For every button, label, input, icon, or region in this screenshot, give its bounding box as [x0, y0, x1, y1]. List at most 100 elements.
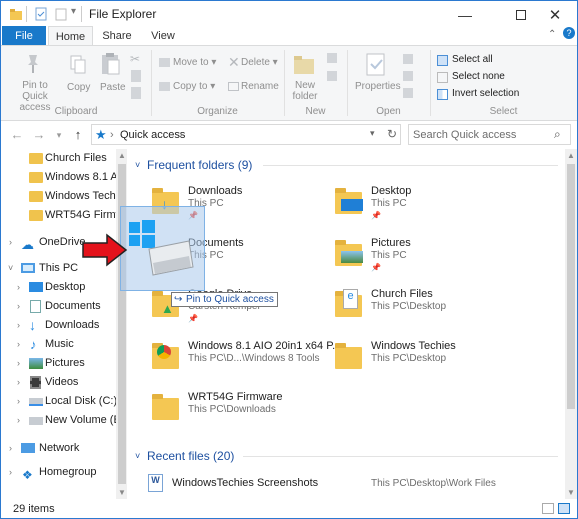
chevron-right-icon[interactable]: › — [17, 373, 20, 392]
chevron-right-icon[interactable]: › — [17, 297, 20, 316]
open-group-label: Open — [376, 106, 401, 117]
collapse-chevron-icon[interactable]: ˅ — [135, 451, 140, 461]
nav-item-windows-aio[interactable]: Windows 8.1 AIO — [1, 168, 127, 187]
pin-icon: 📌 — [371, 263, 381, 272]
nav-item-network[interactable]: › Network — [1, 439, 116, 458]
scroll-up-icon[interactable]: ▲ — [118, 151, 126, 160]
chevron-right-icon[interactable]: › — [17, 411, 20, 430]
maximize-icon — [516, 9, 526, 20]
copy-to-button[interactable]: Copy to ▾ — [173, 81, 215, 92]
folder-windows-aio[interactable]: Windows 8.1 AIO 20in1 x64 P... This PC\D… — [148, 339, 341, 381]
nav-item-new-volume-e[interactable]: › New Volume (E:) — [1, 411, 127, 430]
nav-label: Music — [45, 338, 74, 350]
tab-view[interactable]: View — [143, 26, 183, 46]
nav-label: Videos — [45, 376, 79, 388]
rename-button[interactable]: Rename — [241, 81, 279, 92]
chevron-right-icon[interactable]: › — [9, 233, 12, 252]
new-item-icon[interactable] — [327, 53, 337, 63]
content-scrollbar-thumb[interactable] — [567, 164, 575, 409]
minimize-button[interactable]: — — [443, 1, 487, 28]
easy-access-icon[interactable] — [327, 71, 337, 81]
paste-button[interactable]: Paste — [100, 82, 126, 93]
large-icons-view-icon[interactable] — [558, 503, 570, 514]
nav-item-music[interactable]: › ♪ Music — [1, 335, 116, 354]
scroll-down-icon[interactable]: ▼ — [567, 488, 575, 497]
recent-file-row[interactable]: W WindowsTechies Screenshots This PC\Des… — [146, 474, 556, 494]
close-button[interactable]: ✕ — [533, 1, 577, 28]
new-folder-icon[interactable] — [54, 7, 68, 21]
nav-item-videos[interactable]: › Videos — [1, 373, 116, 392]
drive-icon — [29, 417, 43, 425]
tab-file[interactable]: File — [2, 26, 46, 46]
chevron-right-icon[interactable]: › — [9, 439, 12, 458]
folder-icon — [10, 9, 22, 20]
open-icon[interactable] — [403, 54, 413, 64]
invert-selection-button[interactable]: Invert selection — [452, 88, 519, 99]
nav-item-windows-techies[interactable]: Windows Techie — [1, 187, 124, 206]
move-to-button[interactable]: Move to ▾ — [173, 57, 216, 68]
address-dropdown-icon[interactable]: ▾ — [370, 128, 375, 139]
nav-item-local-disk-c[interactable]: › Local Disk (C:) — [1, 392, 118, 411]
nav-item-documents[interactable]: › Documents — [1, 297, 116, 316]
folder-desktop[interactable]: Desktop This PC 📌 — [331, 184, 531, 226]
details-view-icon[interactable] — [542, 503, 554, 514]
scroll-up-icon[interactable]: ▲ — [567, 151, 575, 160]
nav-label: Local Disk (C:) — [45, 395, 118, 407]
folder-windows-techies[interactable]: Windows Techies This PC\Desktop — [331, 339, 531, 381]
chevron-right-icon[interactable]: › — [17, 392, 20, 411]
chevron-down-icon[interactable]: ˅ — [8, 259, 13, 278]
chevron-right-icon[interactable]: › — [9, 463, 12, 482]
help-icon[interactable]: ? — [563, 27, 575, 39]
up-button[interactable]: ↑ — [70, 126, 86, 144]
folder-icon — [29, 172, 43, 183]
nav-item-downloads[interactable]: › ↓ Downloads — [1, 316, 116, 335]
scroll-down-icon[interactable]: ▼ — [118, 488, 126, 497]
edit-icon[interactable] — [403, 71, 413, 81]
folder-name: Windows Techies — [371, 340, 456, 352]
nav-item-wrt54g[interactable]: WRT54G Firmwa — [1, 206, 127, 225]
paste-shortcut-icon[interactable] — [131, 87, 141, 99]
refresh-icon[interactable]: ↻ — [387, 127, 397, 141]
organize-group-label: Organize — [197, 106, 238, 117]
properties-button[interactable]: Properties — [355, 81, 401, 92]
up-arrow-icon: ↑ — [74, 127, 82, 142]
recent-files-header[interactable]: Recent files (20) — [147, 449, 234, 463]
chevron-right-icon[interactable]: › — [17, 278, 20, 297]
select-none-button[interactable]: Select none — [452, 71, 505, 82]
back-button[interactable]: ← — [9, 126, 25, 144]
collapse-chevron-icon[interactable]: ˅ — [135, 160, 140, 170]
nav-item-church-files[interactable]: Church Files — [1, 149, 116, 168]
nav-label: Downloads — [45, 319, 100, 331]
nav-item-homegroup[interactable]: › ❖ Homegroup — [1, 463, 116, 482]
recent-locations-button[interactable]: ▾ — [51, 126, 67, 144]
history-icon[interactable] — [403, 88, 413, 98]
folder-location: This PC — [371, 198, 407, 209]
folder-wrt54g[interactable]: WRT54G Firmware This PC\Downloads — [148, 390, 328, 432]
folder-pictures[interactable]: Pictures This PC 📌 — [331, 236, 531, 278]
chevron-right-icon[interactable]: › — [17, 354, 20, 373]
address-bar[interactable]: ★ › Quick access › ▾ ↻ — [91, 124, 401, 145]
copy-button[interactable]: Copy — [67, 82, 90, 93]
nav-item-desktop[interactable]: › Desktop — [1, 278, 116, 297]
forward-button[interactable]: → — [31, 126, 47, 144]
select-all-button[interactable]: Select all — [452, 54, 493, 65]
breadcrumb[interactable]: Quick access — [120, 129, 185, 141]
search-input[interactable]: Search Quick access ⌕ — [408, 124, 571, 145]
properties-icon[interactable] — [34, 7, 48, 21]
chevron-right-icon[interactable]: › — [17, 316, 20, 335]
cut-icon[interactable]: ✂ — [130, 52, 140, 66]
nav-label: Network — [39, 442, 80, 454]
frequent-folders-header[interactable]: Frequent folders (9) — [147, 158, 252, 172]
copy-path-icon[interactable] — [131, 70, 141, 82]
tab-share[interactable]: Share — [97, 26, 137, 46]
tab-home[interactable]: Home — [48, 26, 93, 46]
folder-church-files[interactable]: e Church Files This PC\Desktop — [331, 287, 531, 329]
new-folder-button[interactable]: New folder — [291, 80, 319, 102]
chevron-right-icon[interactable]: › — [17, 335, 20, 354]
delete-button[interactable]: Delete ▾ — [241, 57, 278, 68]
ribbon-collapse-icon[interactable]: ⌃ — [548, 29, 556, 40]
copy-to-label: Copy to — [173, 81, 208, 92]
nav-item-pictures[interactable]: › Pictures — [1, 354, 116, 373]
customize-qat-icon[interactable]: ▾ — [71, 6, 76, 17]
new-folder-label-2: folder — [292, 91, 318, 102]
